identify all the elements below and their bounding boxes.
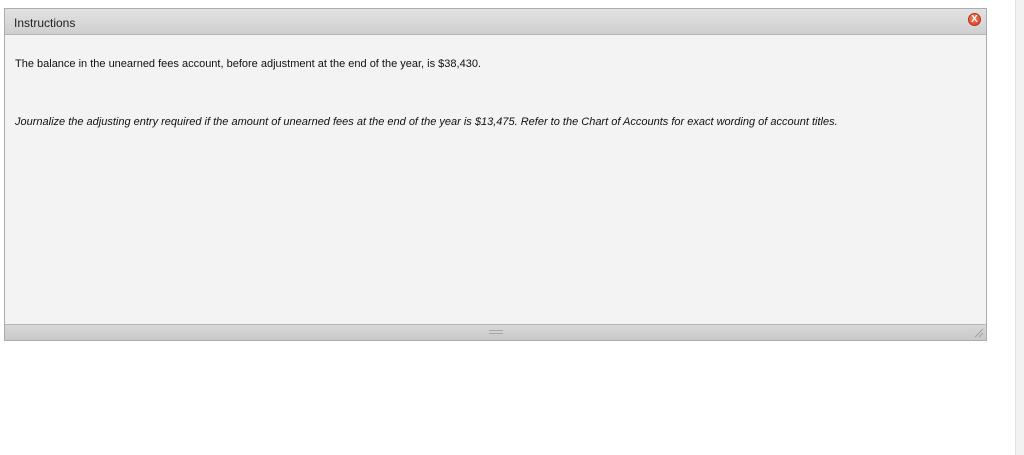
resize-grip-icon[interactable] (974, 328, 984, 338)
panel-body: The balance in the unearned fees account… (5, 35, 986, 324)
instructions-panel: Instructions X The balance in the unearn… (4, 8, 987, 341)
panel-title: Instructions (14, 16, 76, 30)
close-icon: X (971, 13, 978, 25)
panel-header: Instructions X (5, 9, 986, 35)
close-button[interactable]: X (968, 13, 981, 26)
instruction-balance-text: The balance in the unearned fees account… (15, 58, 481, 70)
drag-handle-icon[interactable] (488, 330, 503, 334)
page: Instructions X The balance in the unearn… (0, 0, 1024, 455)
panel-footer (5, 324, 986, 340)
instruction-task-text: Journalize the adjusting entry required … (15, 116, 838, 128)
page-scrollbar[interactable] (1015, 0, 1024, 455)
